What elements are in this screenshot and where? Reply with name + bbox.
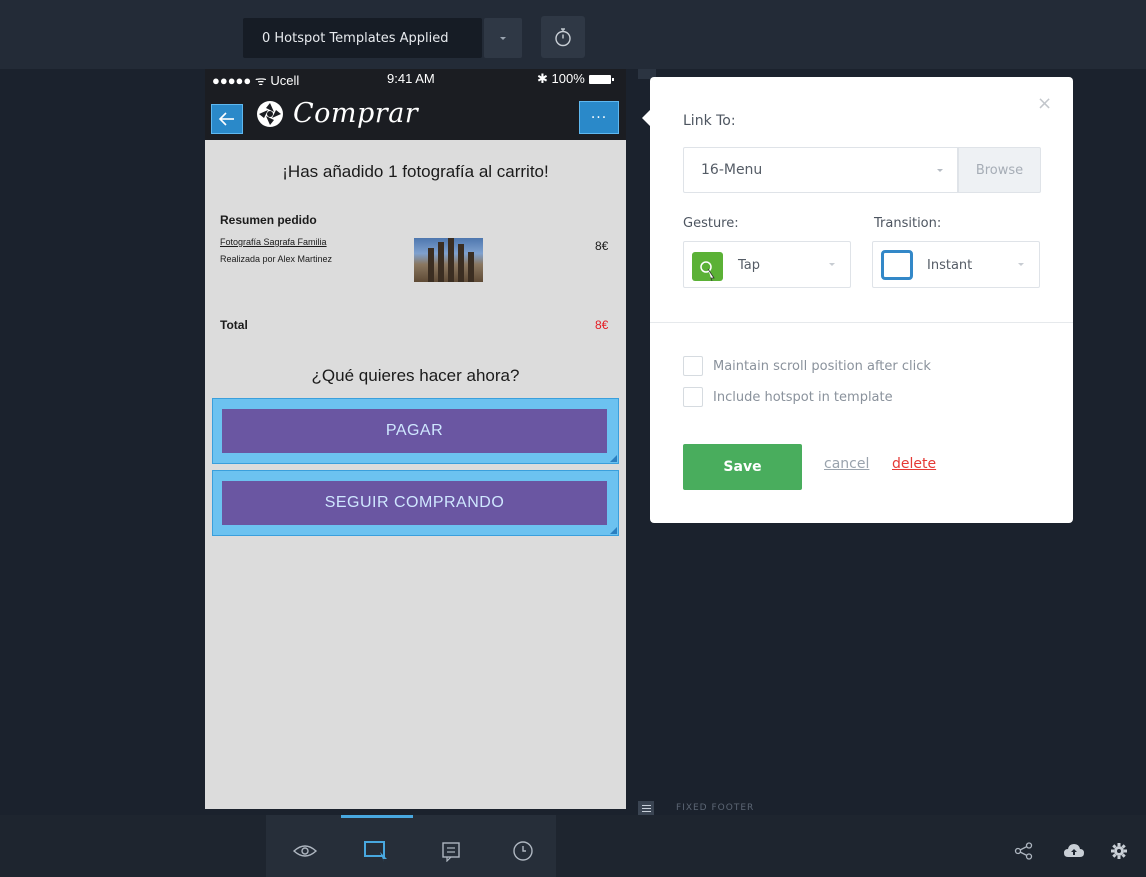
status-time: 9:41 AM [387, 71, 435, 86]
save-label: Save [723, 459, 762, 475]
link-target-value: 16-Menu [701, 162, 763, 178]
back-hotspot[interactable] [211, 104, 243, 134]
tap-gesture-icon [692, 252, 723, 282]
popover-arrow [642, 110, 650, 126]
sync-cloud-button[interactable] [1063, 840, 1085, 862]
camera-aperture-icon [257, 100, 283, 127]
timer-button[interactable] [541, 16, 585, 58]
item-name: Fotografía Sagrafa Familia [220, 237, 327, 247]
battery-status: ✱ 100% [537, 71, 614, 87]
pay-button-label: PAGAR [385, 422, 444, 439]
settings-button[interactable] [1108, 840, 1130, 862]
phone-status-bar: ●●●●● ᯤ Ucell 9:41 AM ✱ 100% [205, 69, 626, 90]
popover-divider [650, 322, 1073, 323]
order-summary-title: Resumen pedido [220, 213, 317, 227]
instant-transition-icon [881, 250, 913, 280]
menu-dots-icon: ··· [590, 109, 608, 126]
total-label: Total [220, 318, 248, 332]
gesture-label: Gesture: [683, 216, 739, 231]
include-template-option[interactable]: Include hotspot in template [683, 387, 893, 407]
link-target-select[interactable]: 16-Menu [683, 147, 958, 193]
include-template-checkbox[interactable] [683, 387, 703, 407]
delete-link[interactable]: delete [892, 456, 936, 472]
preview-mode-button[interactable] [292, 839, 318, 863]
gesture-value: Tap [738, 258, 761, 273]
phone-screen: ●●●●● ᯤ Ucell 9:41 AM ✱ 100% Comprar ··· [205, 69, 626, 809]
carrier-signal: ●●●●● ᯤ Ucell [212, 73, 300, 88]
history-mode-button[interactable] [510, 839, 536, 863]
pay-hotspot[interactable]: PAGAR [212, 398, 619, 464]
app-logo: Comprar [255, 98, 418, 129]
battery-label: ✱ 100% [537, 71, 585, 86]
settings-gear-icon [1111, 843, 1127, 859]
menu-hotspot[interactable]: ··· [579, 101, 619, 134]
maintain-scroll-label: Maintain scroll position after click [713, 358, 931, 374]
build-mode-button[interactable] [363, 839, 389, 863]
share-icon [1014, 842, 1033, 860]
preview-eye-icon [292, 845, 318, 857]
chevron-down-icon [1018, 263, 1024, 266]
comment-mode-button[interactable] [438, 839, 464, 863]
fixed-footer-icon[interactable] [638, 801, 654, 815]
templates-dropdown-button[interactable] [484, 18, 522, 58]
hotspot-build-icon [364, 841, 387, 862]
continue-shopping-label: SEGUIR COMPRANDO [324, 494, 505, 511]
transition-select[interactable]: Instant [872, 241, 1040, 288]
history-clock-icon [513, 841, 533, 861]
comments-icon [442, 842, 460, 862]
transition-value: Instant [927, 258, 973, 273]
item-price: 8€ [595, 239, 609, 253]
phone-nav-bar: Comprar ··· [205, 90, 626, 140]
hotspot-templates-label: 0 Hotspot Templates Applied [262, 30, 449, 46]
pay-button[interactable]: PAGAR [222, 409, 607, 453]
browse-label: Browse [975, 162, 1024, 178]
cancel-link[interactable]: cancel [824, 456, 869, 472]
close-icon[interactable]: × [1037, 93, 1052, 114]
chevron-down-icon [829, 263, 835, 266]
include-template-label: Include hotspot in template [713, 389, 893, 405]
transition-label: Transition: [874, 216, 942, 231]
item-author: Realizada por Alex Martinez [220, 254, 333, 264]
link-to-label: Link To: [683, 113, 736, 129]
continue-shopping-hotspot[interactable]: SEGUIR COMPRANDO [212, 470, 619, 536]
fixed-footer-label: FIXED FOOTER [676, 803, 755, 813]
hotspot-link-popover: × Link To: 16-Menu Browse Gesture: Trans… [650, 77, 1073, 523]
total-value: 8€ [595, 318, 609, 332]
browse-button[interactable]: Browse [958, 147, 1041, 193]
screen-title: Comprar [293, 98, 419, 129]
cloud-icon [1064, 844, 1084, 857]
chevron-down-icon [937, 169, 943, 172]
bottom-toolbar [0, 815, 1146, 877]
hotspot-resize-handle[interactable] [610, 527, 617, 534]
back-arrow-icon [218, 112, 234, 126]
caret-down-icon [500, 36, 506, 40]
item-thumbnail [414, 238, 483, 282]
stopwatch-icon [555, 28, 571, 47]
continue-shopping-button[interactable]: SEGUIR COMPRANDO [222, 481, 607, 525]
next-action-question: ¿Qué quieres hacer ahora? [311, 366, 520, 385]
added-to-cart-title: ¡Has añadido 1 fotografía al carrito! [282, 162, 549, 181]
active-tool-indicator [341, 815, 413, 818]
top-bar: 0 Hotspot Templates Applied [0, 0, 1146, 69]
share-button[interactable] [1013, 840, 1035, 862]
maintain-scroll-option[interactable]: Maintain scroll position after click [683, 356, 931, 376]
hotspot-templates-button[interactable]: 0 Hotspot Templates Applied [243, 18, 482, 58]
gesture-select[interactable]: Tap [683, 241, 851, 288]
save-button[interactable]: Save [683, 444, 802, 490]
cart-content: ¡Has añadido 1 fotografía al carrito! Re… [205, 140, 626, 809]
battery-icon [588, 74, 614, 84]
hotspot-resize-handle[interactable] [610, 455, 617, 462]
maintain-scroll-checkbox[interactable] [683, 356, 703, 376]
